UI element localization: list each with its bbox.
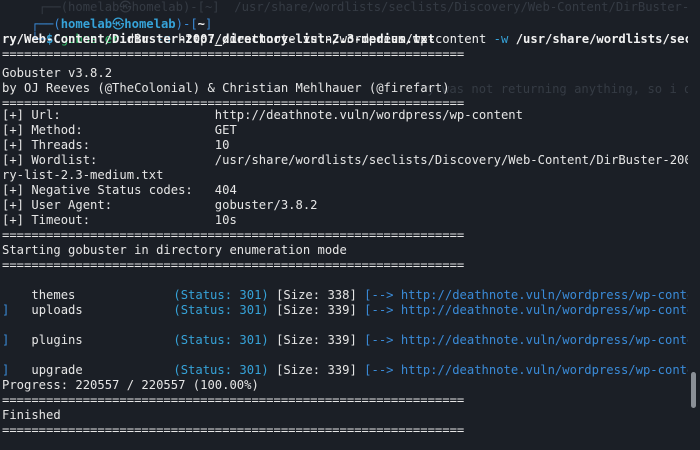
result-redirect-wrap: ] xyxy=(2,303,10,317)
result-redirect: [--> http://deathnote.vuln/wordpress/wp-… xyxy=(364,333,688,347)
config-negative-status: [+] Negative Status codes: 404 xyxy=(2,183,237,197)
result-row: uploads (Status: 301) [Size: 339] [--> ht… xyxy=(2,288,688,317)
prompt-header: ┌──(homelab㉿homelab)-[~] xyxy=(2,2,212,31)
separator-3: ========================================… xyxy=(2,228,465,242)
config-wordlist-wrap: ry-list-2.3-medium.txt xyxy=(2,168,164,182)
config-wordlist: [+] Wordlist: /usr/share/wordlists/secli… xyxy=(2,153,688,167)
result-redirect: [--> http://deathnote.vuln/wordpress/wp-… xyxy=(364,303,688,317)
separator-5: ========================================… xyxy=(2,393,465,407)
separator-4: ========================================… xyxy=(2,258,465,272)
result-redirect: [--> http://deathnote.vuln/wordpress/wp-… xyxy=(364,363,688,377)
separator-6: ========================================… xyxy=(2,423,465,437)
result-size: [Size: 339] xyxy=(268,303,365,317)
vertical-scrollbar[interactable] xyxy=(688,0,700,450)
config-method: [+] Method: GET xyxy=(2,123,237,137)
result-row: themes (Status: 301) [Size: 338] [--> htt… xyxy=(2,273,688,302)
separator-1: ========================================… xyxy=(2,47,465,61)
result-status: (Status: 301) xyxy=(173,333,269,347)
config-url: [+] Url: http://deathnote.vuln/wordpress… xyxy=(2,108,523,122)
banner-authors: by OJ Reeves (@TheColonial) & Christian … xyxy=(2,81,450,95)
flag-w: -w xyxy=(493,32,509,46)
result-status: (Status: 301) xyxy=(173,303,269,317)
result-status: (Status: 301) xyxy=(173,363,269,377)
command-wordlist-a: /usr/share/wordlists/seclists/Discove xyxy=(515,32,688,46)
progress-text: Progress: 220557 / 220557 (100.00%) xyxy=(2,378,259,392)
scrollbar-thumb[interactable] xyxy=(691,372,696,408)
result-path: upgrade xyxy=(31,363,83,377)
config-user-agent: [+] User Agent: gobuster/3.8.2 xyxy=(2,198,318,212)
finished-text: Finished xyxy=(2,408,61,422)
config-threads: [+] Threads: 10 xyxy=(2,138,230,152)
command-wordlist-wrap: ry/Web-Content/DirBuster-2007_directory-… xyxy=(2,32,435,46)
config-timeout: [+] Timeout: 10s xyxy=(2,213,237,227)
start-message: Starting gobuster in directory enumerati… xyxy=(2,243,347,257)
result-size: [Size: 339] xyxy=(268,363,365,377)
result-path: uploads xyxy=(31,303,83,317)
result-redirect-wrap: ] xyxy=(2,363,10,377)
result-redirect-wrap: ] xyxy=(2,333,10,347)
ghost-text-mid: ry was not returning anything, so i de xyxy=(420,82,688,96)
command-line: └─$ gobuster dir -u http://deathnote.vul… xyxy=(2,17,688,46)
result-size: [Size: 339] xyxy=(268,333,365,347)
result-path: plugins xyxy=(31,333,83,347)
terminal-window[interactable]: ┌──(homelab㉿homelab)-[~] /usr/share/word… xyxy=(0,0,688,450)
result-row: plugins (Status: 301) [Size: 339] [--> ht… xyxy=(2,318,688,347)
result-row: upgrade (Status: 301) [Size: 339] [--> ht… xyxy=(2,348,688,377)
banner-version: Gobuster v3.8.2 xyxy=(2,66,113,80)
